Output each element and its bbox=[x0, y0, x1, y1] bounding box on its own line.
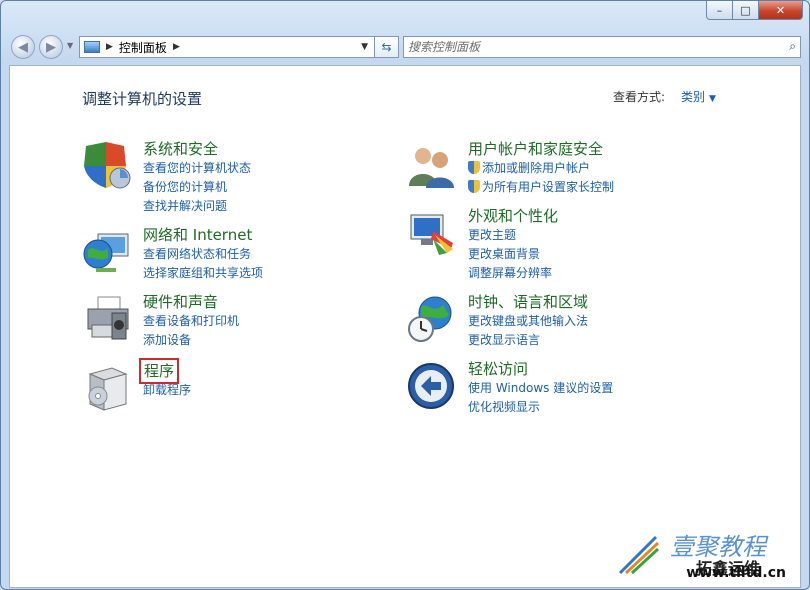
control-panel-icon bbox=[84, 41, 100, 53]
category-link[interactable]: 更改键盘或其他输入法 bbox=[468, 312, 588, 331]
refresh-button[interactable]: ⇆ bbox=[375, 36, 399, 58]
search-box[interactable]: ⌕ bbox=[403, 36, 801, 58]
category-link[interactable]: 添加或删除用户帐户 bbox=[468, 159, 614, 178]
content-pane: 调整计算机的设置 查看方式: 类别 ▼ 系统和安全 查看您的计算机状态 备份您的计… bbox=[9, 65, 801, 588]
system-security-icon bbox=[84, 142, 131, 189]
view-by-value[interactable]: 类别 bbox=[681, 90, 705, 104]
navigation-bar: ◀ ▶ ▼ ▶ 控制面板 ▶ ▼ ⇆ ⌕ bbox=[9, 32, 801, 60]
category-link[interactable]: 查找并解决问题 bbox=[143, 197, 251, 216]
watermark-url: www.tlltd.cn bbox=[686, 565, 786, 581]
back-arrow-icon: ◀ bbox=[18, 39, 28, 55]
category-link[interactable]: 更改显示语言 bbox=[468, 331, 588, 350]
category-link[interactable]: 选择家庭组和共享选项 bbox=[143, 264, 263, 283]
ease-of-access-icon bbox=[408, 363, 454, 409]
search-icon[interactable]: ⌕ bbox=[789, 39, 796, 54]
category-title[interactable]: 硬件和声音 bbox=[143, 291, 218, 312]
category-title[interactable]: 用户帐户和家庭安全 bbox=[468, 138, 603, 159]
category-link[interactable]: 使用 Windows 建议的设置 bbox=[468, 379, 613, 398]
address-dropdown-icon[interactable]: ▼ bbox=[361, 42, 368, 52]
category-link[interactable]: 为所有用户设置家长控制 bbox=[468, 178, 614, 197]
address-bar[interactable]: ▶ 控制面板 ▶ ▼ bbox=[79, 36, 375, 58]
users-icon bbox=[409, 148, 454, 188]
forward-arrow-icon: ▶ bbox=[46, 39, 56, 55]
view-by-dropdown[interactable]: 类别 ▼ bbox=[681, 88, 716, 105]
category-title[interactable]: 程序 bbox=[138, 358, 180, 384]
uac-shield-icon bbox=[468, 161, 480, 174]
category-title[interactable]: 网络和 Internet bbox=[143, 224, 252, 245]
category-link[interactable]: 优化视频显示 bbox=[468, 398, 613, 417]
programs-box-icon bbox=[88, 367, 128, 411]
clock-globe-icon bbox=[408, 296, 452, 342]
printer-hardware-icon bbox=[87, 296, 129, 340]
watermark-stripes-icon bbox=[618, 535, 660, 575]
appearance-monitor-icon bbox=[410, 214, 453, 255]
highlighted-programs-link[interactable]: 程序 bbox=[138, 358, 180, 384]
refresh-icon: ⇆ bbox=[381, 40, 392, 54]
breadcrumb-separator[interactable]: ▶ bbox=[106, 42, 113, 52]
category-link[interactable]: 更改桌面背景 bbox=[468, 245, 552, 264]
category-title[interactable]: 系统和安全 bbox=[143, 138, 218, 159]
category-link[interactable]: 卸载程序 bbox=[143, 381, 191, 400]
view-by-label: 查看方式: bbox=[613, 90, 666, 104]
category-link[interactable]: 查看网络状态和任务 bbox=[143, 245, 263, 264]
category-link[interactable]: 查看您的计算机状态 bbox=[143, 159, 251, 178]
back-button[interactable]: ◀ bbox=[11, 35, 35, 59]
category-link[interactable]: 查看设备和打印机 bbox=[143, 312, 239, 331]
category-link[interactable]: 备份您的计算机 bbox=[143, 178, 251, 197]
page-title: 调整计算机的设置 bbox=[82, 90, 203, 108]
uac-shield-icon bbox=[468, 180, 480, 193]
category-link[interactable]: 调整屏幕分辨率 bbox=[468, 264, 552, 283]
category-title[interactable]: 轻松访问 bbox=[468, 358, 528, 379]
category-title[interactable]: 外观和个性化 bbox=[468, 205, 558, 226]
recent-pages-dropdown[interactable]: ▼ bbox=[67, 41, 73, 50]
category-link[interactable]: 更改主题 bbox=[468, 226, 552, 245]
maximize-button[interactable]: □ bbox=[733, 1, 759, 20]
close-button[interactable]: ✕ bbox=[759, 1, 803, 20]
category-title[interactable]: 时钟、语言和区域 bbox=[468, 291, 588, 312]
forward-button[interactable]: ▶ bbox=[39, 35, 63, 59]
watermark: 壹聚教程 拓鑫运维 www.tlltd.cn bbox=[616, 521, 786, 581]
breadcrumb-control-panel[interactable]: 控制面板 bbox=[119, 39, 167, 56]
chevron-down-icon: ▼ bbox=[709, 94, 716, 104]
minimize-button[interactable]: – bbox=[706, 1, 733, 20]
breadcrumb-separator-2[interactable]: ▶ bbox=[173, 42, 180, 52]
control-panel-window: – □ ✕ ◀ ▶ ▼ ▶ 控制面板 ▶ ▼ ⇆ ⌕ 调整计算机的设置 查看方式… bbox=[0, 0, 810, 590]
category-link[interactable]: 添加设备 bbox=[143, 331, 239, 350]
network-globe-icon bbox=[83, 233, 129, 272]
search-input[interactable] bbox=[408, 39, 768, 55]
caption-buttons: – □ ✕ bbox=[706, 1, 803, 20]
